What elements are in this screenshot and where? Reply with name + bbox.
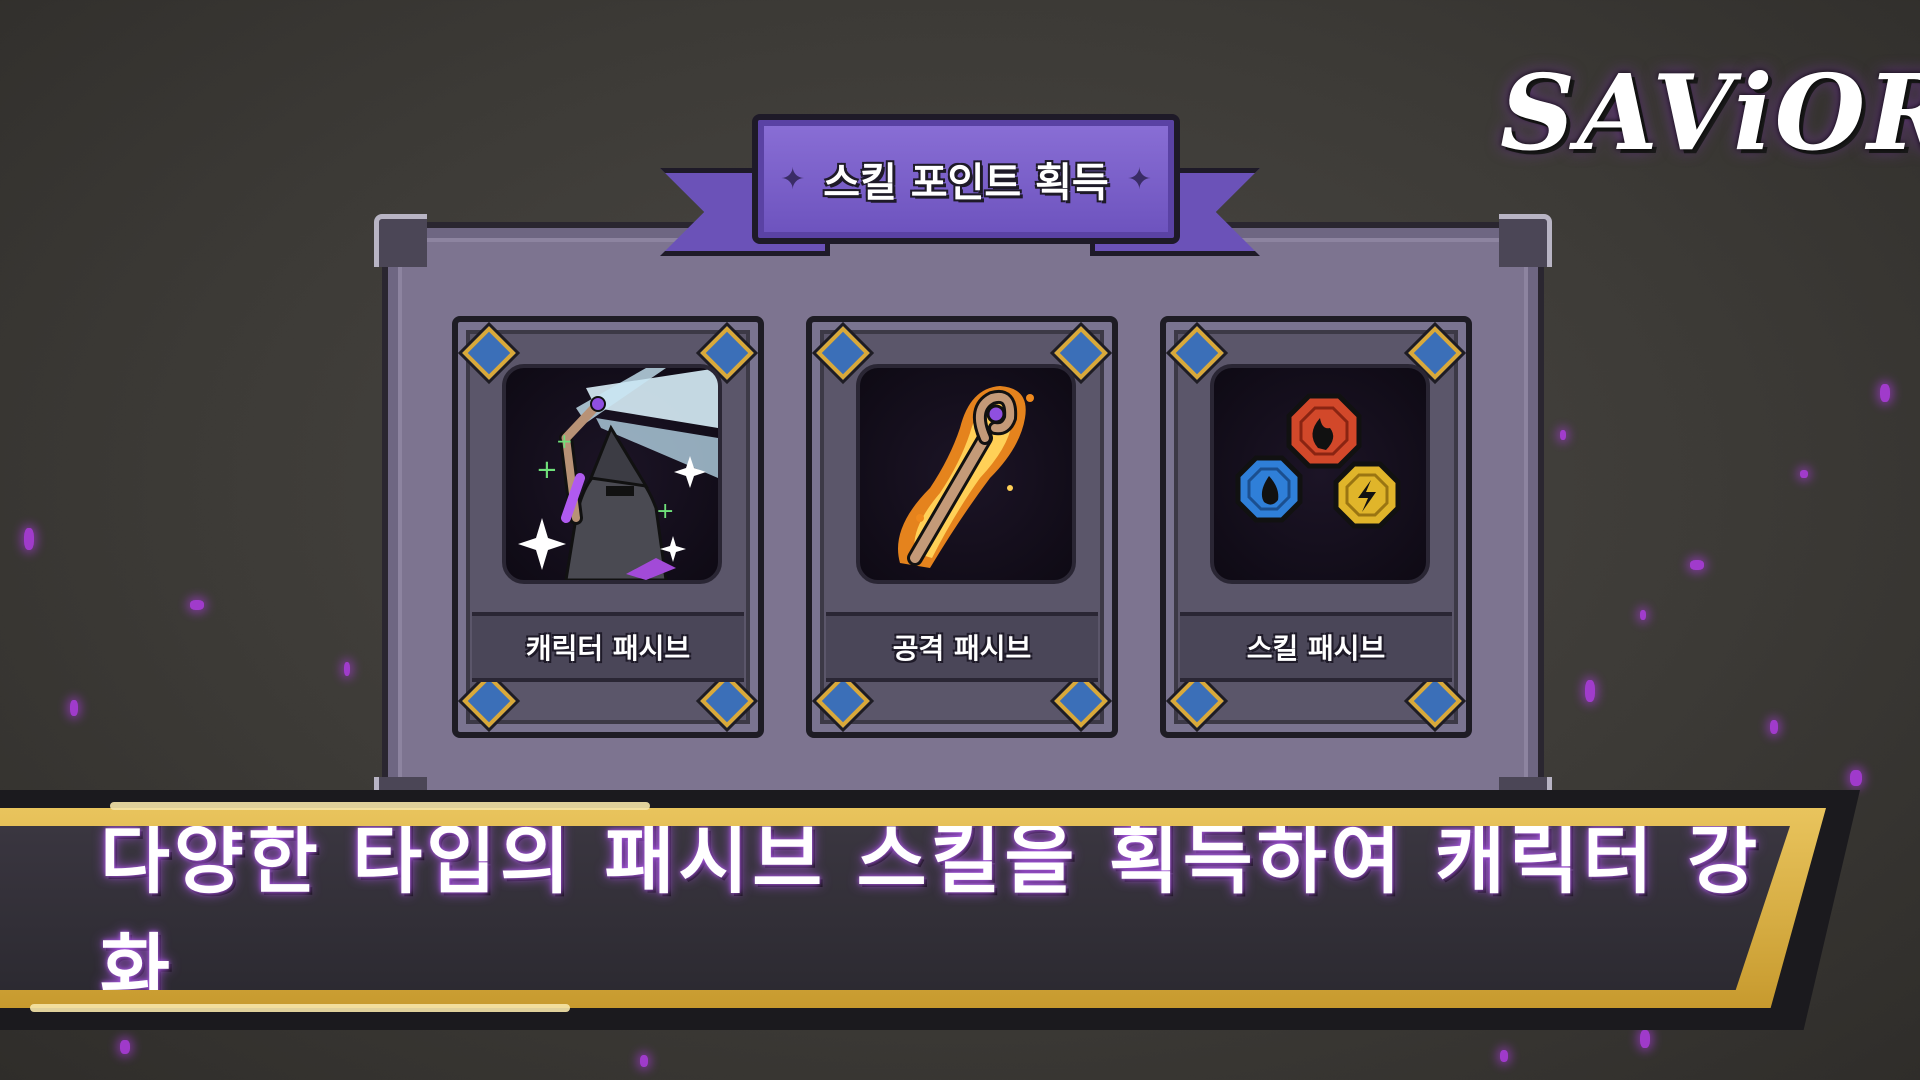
card-label-bar: 캐릭터 패시브 (472, 612, 744, 682)
card-label: 캐릭터 패시브 (525, 632, 691, 665)
ribbon-banner: ✦ 스킬 포인트 획득 ✦ (752, 114, 1180, 244)
particle (1800, 470, 1808, 478)
card-attack-passive[interactable]: 공격 패시브 (806, 316, 1118, 738)
logo-text: SAViOR (1500, 51, 1920, 174)
corner-gem (816, 674, 870, 728)
sparkle-icon: ✦ (780, 161, 806, 197)
corner-gem (700, 674, 754, 728)
game-logo: SAViOR (1500, 48, 1920, 178)
particle (1640, 610, 1646, 620)
caption-banner: 다양한 타입의 패시브 스킬을 획득하여 캐릭터 강화 (0, 826, 1790, 990)
panel-corner-ornament (374, 214, 427, 267)
particle (1560, 430, 1566, 440)
banner-highlight (110, 802, 650, 810)
svg-text:+: + (556, 429, 573, 453)
corner-gem (1170, 674, 1224, 728)
corner-gem (462, 674, 516, 728)
particle (120, 1040, 130, 1054)
svg-text:+: + (536, 455, 558, 485)
caption-text: 다양한 타입의 패시브 스킬을 획득하여 캐릭터 강화 (100, 815, 1762, 1014)
particle (1690, 560, 1704, 570)
card-label-bar: 스킬 패시브 (1180, 612, 1452, 682)
card-character-passive[interactable]: + + + 캐릭터 패시브 (452, 316, 764, 738)
particle (1500, 1050, 1508, 1062)
particle (24, 528, 34, 550)
card-label-bar: 공격 패시브 (826, 612, 1098, 682)
particle (344, 662, 350, 676)
particle (1850, 770, 1862, 786)
particle (190, 600, 204, 610)
corner-gem (1408, 674, 1462, 728)
particle (1585, 680, 1595, 702)
particle (1640, 1030, 1650, 1048)
particle (70, 700, 78, 716)
particle (640, 1055, 648, 1067)
particle (1770, 720, 1778, 734)
card-skill-passive[interactable]: 스킬 패시브 (1160, 316, 1472, 738)
svg-text:+: + (656, 499, 674, 524)
flaming-staff-icon (856, 364, 1076, 584)
elemental-orbs-icon (1210, 364, 1430, 584)
wizard-casting-icon: + + + (502, 364, 722, 584)
panel-title: 스킬 포인트 획득 (823, 160, 1109, 206)
card-label: 공격 패시브 (892, 632, 1032, 665)
title-ribbon: ✦ 스킬 포인트 획득 ✦ (660, 108, 1260, 278)
corner-gem (1054, 674, 1108, 728)
banner-highlight (30, 1004, 570, 1012)
sparkle-icon: ✦ (1126, 161, 1152, 197)
card-label: 스킬 패시브 (1246, 632, 1386, 665)
panel-corner-ornament (1499, 214, 1552, 267)
particle (1880, 384, 1890, 402)
